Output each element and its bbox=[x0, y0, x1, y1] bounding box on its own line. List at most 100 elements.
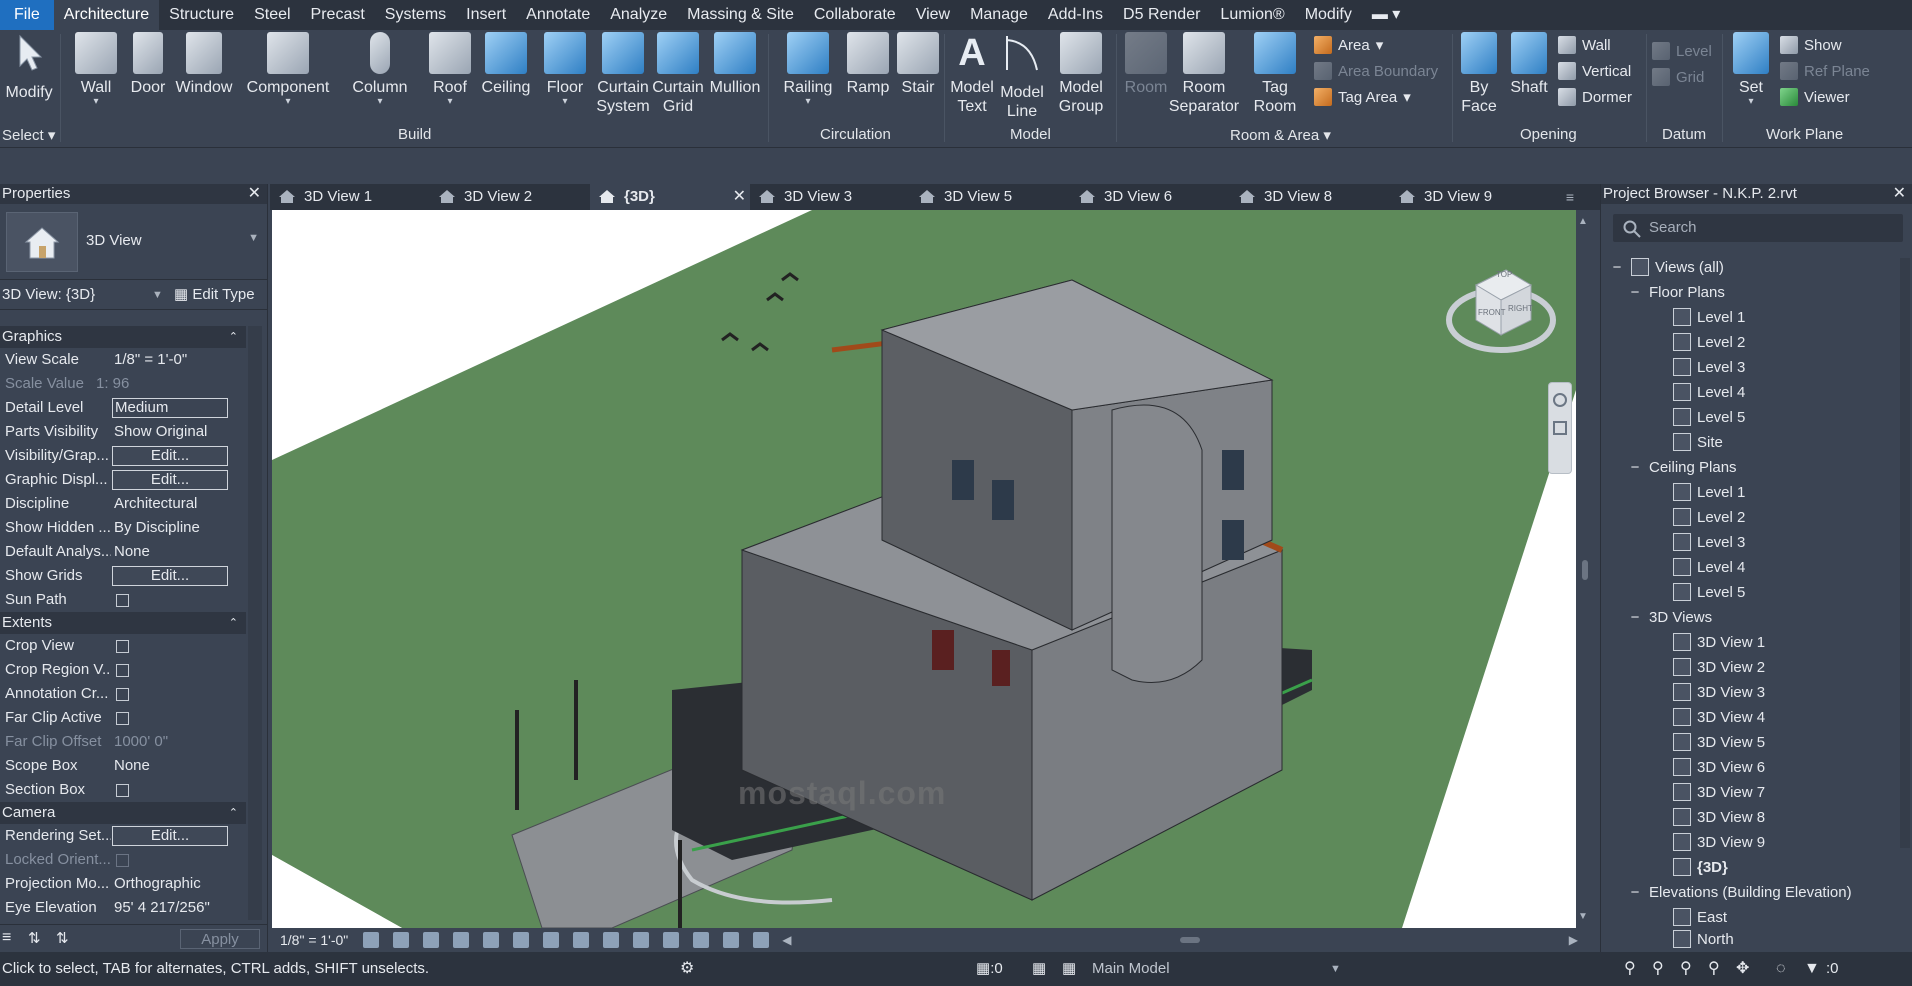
tree-ceiling-plan-level-4[interactable]: Level 4 bbox=[1673, 555, 1745, 580]
curtain-system-button[interactable]: Curtain System bbox=[596, 32, 650, 116]
tree-3d-view-1[interactable]: 3D View 1 bbox=[1673, 630, 1765, 655]
tree-ceiling-plans[interactable]: − Ceiling Plans bbox=[1629, 455, 1737, 480]
prop-view-scale[interactable]: View Scale 1/8" = 1'-0" bbox=[0, 348, 246, 372]
ribbon-toggle-icon[interactable]: ▬ ▾ bbox=[1362, 0, 1410, 30]
section-extents[interactable]: Extents ⌃ bbox=[0, 612, 246, 634]
component-button[interactable]: Component ▾ bbox=[246, 32, 330, 107]
wall-opening-button[interactable]: Wall bbox=[1558, 36, 1611, 54]
background-process-icon[interactable]: ◌ bbox=[1776, 952, 1786, 986]
detail-level-icon[interactable] bbox=[363, 932, 380, 948]
mullion-button[interactable]: Mullion bbox=[706, 32, 764, 97]
tree-3d-view-3[interactable]: 3D View 3 bbox=[1673, 680, 1765, 705]
model-selector[interactable]: Main Model bbox=[1092, 952, 1170, 986]
apply-button[interactable]: Apply bbox=[180, 929, 260, 949]
analytical-model-icon[interactable] bbox=[693, 932, 710, 948]
tree-views-all[interactable]: − Views (all) bbox=[1611, 255, 1724, 280]
search-input[interactable]: Search bbox=[1613, 214, 1903, 242]
grid-button[interactable]: Grid bbox=[1652, 68, 1704, 86]
select-links-icon[interactable]: ▦ bbox=[976, 960, 990, 977]
annotation-crop-checkbox[interactable] bbox=[116, 688, 129, 701]
area-button[interactable]: Area ▾ bbox=[1314, 36, 1383, 54]
menu-d5-render[interactable]: D5 Render bbox=[1113, 0, 1210, 30]
select-pinned-icon[interactable]: ⚲ bbox=[1680, 952, 1692, 986]
filter-icon[interactable]: ▼ bbox=[1804, 952, 1820, 986]
menu-collaborate[interactable]: Collaborate bbox=[804, 0, 906, 30]
menu-insert[interactable]: Insert bbox=[456, 0, 516, 30]
tree-floor-plans[interactable]: − Floor Plans bbox=[1629, 280, 1725, 305]
edit-button[interactable]: Edit... bbox=[112, 566, 228, 586]
drawing-viewport[interactable]: TOP FRONT RIGHT mostaql.com bbox=[272, 210, 1576, 928]
reveal-hidden-icon[interactable] bbox=[633, 932, 650, 948]
scroll-right-icon[interactable]: ▶ bbox=[1569, 933, 1578, 947]
menu-structure[interactable]: Structure bbox=[159, 0, 244, 30]
sort-za-icon[interactable]: ⇅ bbox=[56, 929, 69, 947]
instance-selector[interactable]: 3D View: {3D} bbox=[2, 280, 95, 310]
select-underlay-icon[interactable]: ⚲ bbox=[1652, 952, 1664, 986]
unlocked-3d-icon[interactable] bbox=[573, 932, 590, 948]
tree-3d-views[interactable]: −3D Views bbox=[1629, 605, 1712, 630]
tab-3d-view-6[interactable]: 3D View 6 bbox=[1070, 184, 1230, 210]
close-icon[interactable]: ✕ bbox=[733, 184, 746, 210]
prop-projection-mode[interactable]: Projection Mo... Orthographic bbox=[0, 872, 246, 896]
level-button[interactable]: Level bbox=[1652, 42, 1712, 60]
by-face-button[interactable]: By Face bbox=[1454, 32, 1504, 116]
visual-style-icon[interactable] bbox=[393, 932, 410, 948]
menu-systems[interactable]: Systems bbox=[375, 0, 456, 30]
tag-room-button[interactable]: Tag Room bbox=[1248, 32, 1302, 116]
tree-floor-plan-level-4[interactable]: Level 4 bbox=[1673, 380, 1745, 405]
tree-3d-view-5[interactable]: 3D View 5 bbox=[1673, 730, 1765, 755]
zoom-icon[interactable] bbox=[1553, 421, 1567, 435]
edit-button[interactable]: Edit... bbox=[112, 826, 228, 846]
tab-3d-view-2[interactable]: 3D View 2 bbox=[430, 184, 590, 210]
crop-view-icon[interactable] bbox=[513, 932, 530, 948]
viewport-horizontal-scrollbar[interactable] bbox=[800, 937, 1561, 943]
tree-3d-view-8[interactable]: 3D View 8 bbox=[1673, 805, 1765, 830]
tree-elevations[interactable]: − Elevations (Building Elevation) bbox=[1629, 880, 1852, 905]
highlight-displacement-icon[interactable] bbox=[723, 932, 740, 948]
shaft-button[interactable]: Shaft bbox=[1504, 32, 1554, 97]
tab-3d-view-9[interactable]: 3D View 9 bbox=[1390, 184, 1560, 210]
close-icon[interactable]: ✕ bbox=[1893, 184, 1906, 204]
stair-button[interactable]: Stair bbox=[896, 32, 940, 97]
show-work-plane-button[interactable]: Show bbox=[1780, 36, 1842, 54]
prop-parts-visibility[interactable]: Parts Visibility Show Original bbox=[0, 420, 246, 444]
tabs-menu-icon[interactable]: ≡ bbox=[1560, 184, 1580, 210]
detail-level-field[interactable]: Medium bbox=[112, 398, 228, 418]
worksets-icon[interactable]: ⚙ bbox=[680, 952, 694, 986]
tab-3d-default[interactable]: {3D} ✕ bbox=[590, 184, 750, 210]
floor-button[interactable]: Floor ▾ bbox=[540, 32, 590, 107]
tab-3d-view-5[interactable]: 3D View 5 bbox=[910, 184, 1070, 210]
wall-button[interactable]: Wall ▾ bbox=[72, 32, 120, 107]
type-selector[interactable]: 3D View ▼ bbox=[0, 204, 267, 280]
scroll-left-icon[interactable]: ◀ bbox=[782, 933, 791, 947]
roof-button[interactable]: Roof ▾ bbox=[426, 32, 474, 107]
room-separator-button[interactable]: Room Separator bbox=[1164, 32, 1244, 116]
select-links-toggle-icon[interactable]: ⚲ bbox=[1624, 952, 1636, 986]
edit-button[interactable]: Edit... bbox=[112, 446, 228, 466]
tag-area-button[interactable]: Tag Area ▾ bbox=[1314, 88, 1411, 106]
room-button[interactable]: Room bbox=[1122, 32, 1170, 97]
modify-button[interactable]: Modify bbox=[2, 32, 56, 102]
ceiling-button[interactable]: Ceiling bbox=[480, 32, 532, 97]
select-by-face-icon[interactable]: ⚲ bbox=[1708, 952, 1720, 986]
area-boundary-button[interactable]: Area Boundary bbox=[1314, 62, 1438, 80]
tree-floor-plan-level-1[interactable]: Level 1 bbox=[1673, 305, 1745, 330]
tree-ceiling-plan-level-3[interactable]: Level 3 bbox=[1673, 530, 1745, 555]
column-button[interactable]: Column ▾ bbox=[350, 32, 410, 107]
prop-discipline[interactable]: Discipline Architectural bbox=[0, 492, 246, 516]
sun-path-checkbox[interactable] bbox=[116, 594, 129, 607]
tree-floor-plan-level-5[interactable]: Level 5 bbox=[1673, 405, 1745, 430]
railing-button[interactable]: Railing ▾ bbox=[778, 32, 838, 107]
tree-3d-view-9[interactable]: 3D View 9 bbox=[1673, 830, 1765, 855]
prop-eye-elevation[interactable]: Eye Elevation 95' 4 217/256" bbox=[0, 896, 246, 920]
menu-annotate[interactable]: Annotate bbox=[516, 0, 600, 30]
show-crop-icon[interactable] bbox=[543, 932, 560, 948]
prop-default-analysis[interactable]: Default Analys... None bbox=[0, 540, 246, 564]
viewcube[interactable]: TOP FRONT RIGHT bbox=[1446, 250, 1556, 360]
browser-scrollbar[interactable] bbox=[1900, 258, 1910, 848]
dormer-button[interactable]: Dormer bbox=[1558, 88, 1632, 106]
tree-ceiling-plan-level-2[interactable]: Level 2 bbox=[1673, 505, 1745, 530]
design-options-icon[interactable]: ▦ bbox=[1032, 952, 1046, 986]
tree-elevation-north[interactable]: North bbox=[1673, 927, 1734, 952]
shadows-icon[interactable] bbox=[453, 932, 470, 948]
